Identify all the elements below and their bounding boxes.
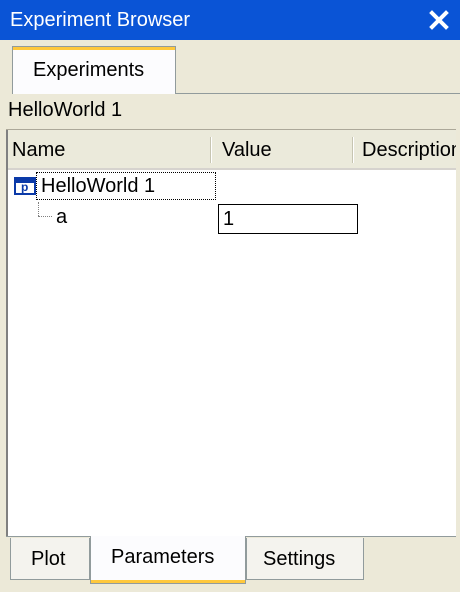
tab-experiments[interactable]: Experiments — [12, 46, 176, 94]
tab-parameters[interactable]: Parameters — [90, 536, 246, 584]
tab-plot[interactable]: Plot — [10, 538, 90, 580]
tab-plot-label: Plot — [31, 548, 66, 570]
top-tab-strip: Experiments — [6, 40, 460, 94]
title-bar[interactable]: Experiment Browser — [0, 0, 460, 40]
experiment-name-bar: HelloWorld 1 — [6, 94, 460, 130]
column-separator[interactable] — [352, 137, 354, 163]
experiment-browser-window: Experiment Browser Experiments HelloWorl… — [0, 0, 460, 592]
tree-connector — [38, 202, 39, 216]
tab-settings-label: Settings — [263, 548, 336, 570]
column-header-value[interactable]: Value — [222, 139, 272, 162]
tab-settings[interactable]: Settings — [246, 538, 364, 580]
parameters-tree-grid[interactable]: Name Value Description HelloWorld 1 a 1 — [6, 130, 460, 536]
tab-parameters-label: Parameters — [111, 546, 215, 568]
tree-connector — [38, 216, 52, 217]
close-icon — [429, 10, 449, 30]
window-right-edge — [456, 94, 460, 592]
column-separator[interactable] — [210, 137, 212, 163]
column-header: Name Value Description — [8, 130, 460, 170]
tree-root-label[interactable]: HelloWorld 1 — [36, 172, 216, 200]
parameter-name[interactable]: a — [56, 204, 67, 230]
tab-experiments-label: Experiments — [33, 59, 145, 81]
experiment-name: HelloWorld 1 — [8, 99, 123, 121]
parameter-icon — [14, 177, 36, 195]
parameter-value-input[interactable]: 1 — [218, 204, 358, 234]
window-title: Experiment Browser — [10, 9, 191, 31]
close-button[interactable] — [424, 4, 454, 36]
column-header-name[interactable]: Name — [12, 139, 65, 162]
column-header-description[interactable]: Description — [362, 139, 460, 162]
bottom-tab-strip: Plot Parameters Settings — [6, 536, 460, 592]
